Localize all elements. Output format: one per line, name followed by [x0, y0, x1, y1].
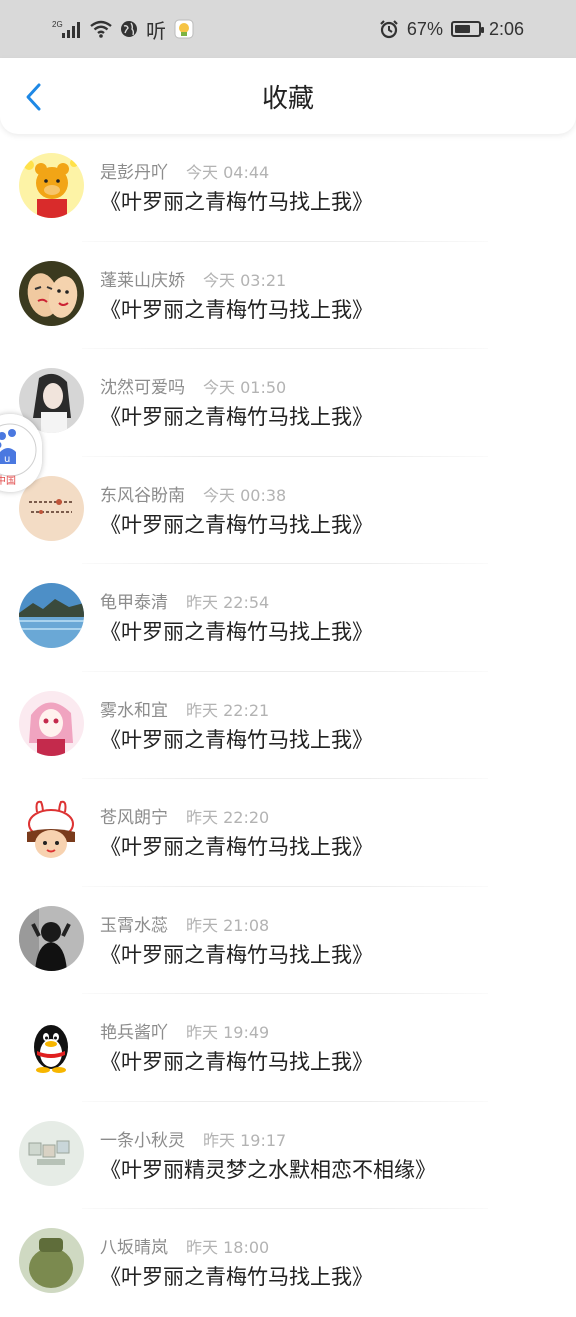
author-name: 龟甲泰清 — [100, 593, 168, 613]
item-meta: 玉霄水蕊 昨天 21:08 — [100, 911, 269, 936]
back-button[interactable] — [18, 80, 48, 114]
avatar[interactable] — [19, 153, 84, 218]
status-bar: 2G 听 67% 2:06 — [0, 0, 576, 58]
list-item[interactable]: 是彭丹吖 今天 04:44 《叶罗丽之青梅竹马找上我》 — [0, 134, 576, 242]
avatar[interactable] — [19, 905, 84, 971]
globe-icon — [120, 20, 138, 38]
floating-assistant-label: 中国 — [0, 476, 16, 487]
green-object-avatar — [19, 1228, 84, 1293]
list-item[interactable]: 苍风朗宁 昨天 22:20 《叶罗丽之青梅竹马找上我》 — [0, 779, 576, 887]
avatar[interactable] — [19, 1228, 84, 1293]
avatar[interactable] — [19, 1013, 84, 1078]
author-name: 苍风朗宁 — [100, 808, 168, 828]
avatar[interactable] — [19, 690, 84, 756]
avatar[interactable] — [19, 260, 84, 326]
item-meta: 龟甲泰清 昨天 22:54 — [100, 588, 269, 613]
story-title[interactable]: 《叶罗丽之青梅竹马找上我》 — [100, 1261, 373, 1291]
cartoon-faces-avatar — [19, 260, 84, 326]
author-name: 东风谷盼南 — [100, 485, 185, 506]
wifi-icon — [90, 20, 112, 38]
item-meta: 东风谷盼南 今天 00:38 — [100, 481, 286, 506]
alarm-icon — [379, 19, 399, 39]
signal-icon: 2G — [52, 19, 82, 39]
list-item[interactable]: 蓬莱山庆娇 今天 03:21 《叶罗丽之青梅竹马找上我》 — [0, 242, 576, 349]
item-time: 昨天 18:00 — [186, 1238, 270, 1257]
item-time: 昨天 21:08 — [186, 915, 270, 935]
list-item[interactable]: 一条小秋灵 昨天 19:17 《叶罗丽精灵梦之水默相恋不相缘》 — [0, 1102, 576, 1209]
story-title[interactable]: 《叶罗丽之青梅竹马找上我》 — [100, 1046, 373, 1076]
avatar[interactable] — [19, 1120, 84, 1186]
signal-label: 2G — [52, 20, 63, 29]
avatar[interactable] — [19, 798, 84, 863]
list-item[interactable]: 八坂晴岚 昨天 18:00 《叶罗丽之青梅竹马找上我》 — [0, 1209, 576, 1317]
story-title[interactable]: 《叶罗丽之青梅竹马找上我》 — [100, 186, 373, 216]
item-meta: 蓬莱山庆娇 今天 03:21 — [100, 266, 286, 291]
item-time: 今天 03:21 — [203, 270, 287, 290]
listen-label: 听 — [146, 20, 166, 43]
item-time: 昨天 19:17 — [203, 1130, 287, 1150]
blocks-avatar — [19, 1120, 84, 1186]
avatar[interactable] — [19, 583, 84, 648]
item-meta: 苍风朗宁 昨天 22:20 — [100, 803, 269, 828]
header: 收藏 — [0, 58, 576, 134]
story-title[interactable]: 《叶罗丽精灵梦之水默相恋不相缘》 — [100, 1154, 436, 1184]
story-title[interactable]: 《叶罗丽之青梅竹马找上我》 — [100, 939, 373, 969]
status-left: 2G 听 — [52, 15, 194, 44]
author-name: 沈然可爱吗 — [100, 378, 185, 398]
item-time: 昨天 19:49 — [186, 1023, 270, 1042]
story-title[interactable]: 《叶罗丽之青梅竹马找上我》 — [100, 294, 373, 324]
favorites-list: 是彭丹吖 今天 04:44 《叶罗丽之青梅竹马找上我》 蓬莱山庆娇 今天 03:… — [0, 134, 576, 1317]
author-name: 雾水和宜 — [100, 700, 168, 721]
status-right: 67% 2:06 — [379, 19, 524, 40]
author-name: 蓬莱山庆娇 — [100, 270, 185, 291]
app-notification-icon — [174, 19, 194, 39]
chevron-left-icon — [26, 83, 41, 111]
item-time: 今天 00:38 — [203, 485, 287, 505]
list-item[interactable]: 沈然可爱吗 今天 01:50 《叶罗丽之青梅竹马找上我》 — [0, 349, 576, 457]
story-title[interactable]: 《叶罗丽之青梅竹马找上我》 — [100, 724, 373, 754]
story-title[interactable]: 《叶罗丽之青梅竹马找上我》 — [100, 509, 373, 539]
item-meta: 一条小秋灵 昨天 19:17 — [100, 1126, 286, 1151]
story-title[interactable]: 《叶罗丽之青梅竹马找上我》 — [100, 831, 373, 861]
item-time: 昨天 22:54 — [186, 593, 270, 612]
svg-text:u: u — [4, 454, 10, 465]
author-name: 八坂晴岚 — [100, 1238, 168, 1258]
item-time: 今天 04:44 — [186, 163, 270, 182]
list-item[interactable]: 玉霄水蕊 昨天 21:08 《叶罗丽之青梅竹马找上我》 — [0, 887, 576, 994]
dark-figure-avatar — [19, 905, 84, 971]
list-item[interactable]: 雾水和宜 昨天 22:21 《叶罗丽之青梅竹马找上我》 — [0, 672, 576, 779]
qq-penguin-avatar — [19, 1013, 84, 1078]
author-name: 玉霄水蕊 — [100, 915, 168, 936]
lake-landscape-avatar — [19, 583, 84, 648]
page-title: 收藏 — [261, 83, 314, 114]
story-title[interactable]: 《叶罗丽之青梅竹马找上我》 — [100, 401, 373, 431]
item-time: 昨天 22:21 — [186, 700, 270, 720]
bunny-hat-girl-avatar — [19, 798, 84, 863]
item-meta: 沈然可爱吗 今天 01:50 — [100, 373, 286, 398]
author-name: 是彭丹吖 — [100, 163, 168, 183]
item-meta: 是彭丹吖 今天 04:44 — [100, 158, 269, 183]
item-meta: 八坂晴岚 昨天 18:00 — [100, 1233, 269, 1258]
clock: 2:06 — [488, 18, 524, 39]
item-time: 今天 01:50 — [203, 378, 287, 397]
battery-icon — [450, 21, 484, 37]
list-item[interactable]: 艳兵酱吖 昨天 19:49 《叶罗丽之青梅竹马找上我》 — [0, 994, 576, 1102]
anime-girl-avatar — [19, 690, 84, 756]
item-meta: 艳兵酱吖 昨天 19:49 — [100, 1018, 269, 1043]
battery-percent: 67% — [406, 18, 443, 39]
list-item[interactable]: 龟甲泰清 昨天 22:54 《叶罗丽之青梅竹马找上我》 — [0, 564, 576, 672]
author-name: 一条小秋灵 — [100, 1130, 185, 1151]
item-meta: 雾水和宜 昨天 22:21 — [100, 696, 269, 721]
story-title[interactable]: 《叶罗丽之青梅竹马找上我》 — [100, 616, 373, 646]
author-name: 艳兵酱吖 — [100, 1023, 168, 1043]
item-time: 昨天 22:20 — [186, 808, 270, 827]
winnie-pooh-avatar — [19, 153, 84, 218]
list-item[interactable]: 东风谷盼南 今天 00:38 《叶罗丽之青梅竹马找上我》 — [0, 457, 576, 564]
